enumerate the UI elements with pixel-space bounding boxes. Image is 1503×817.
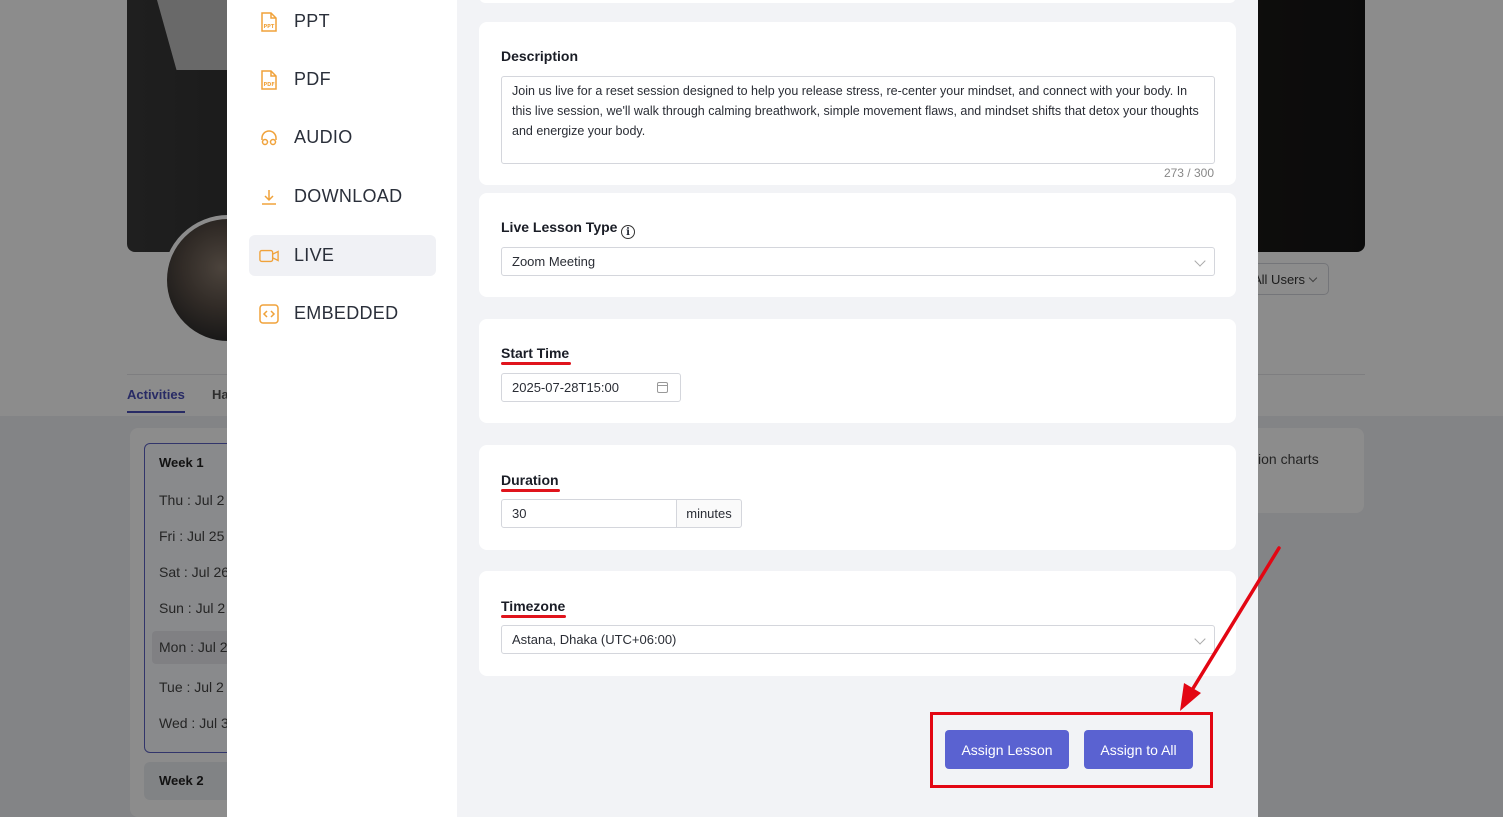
start-time-card: Start Time 2025-07-28T15:00 bbox=[479, 319, 1236, 423]
sidebar-item-pdf[interactable]: PDF PDF bbox=[249, 59, 436, 100]
sidebar-item-label: PPT bbox=[294, 11, 330, 31]
annotation-underline bbox=[501, 489, 560, 492]
lesson-type-select[interactable]: Zoom Meeting bbox=[501, 247, 1215, 276]
video-camera-icon bbox=[259, 246, 279, 266]
start-time-label: Start Time bbox=[501, 345, 570, 361]
annotation-underline bbox=[501, 615, 566, 618]
description-textarea[interactable]: Join us live for a reset session designe… bbox=[501, 76, 1215, 164]
lesson-type-sidebar: PPT PPT PDF PDF AUDIO DOWNLOAD LIVE EMBE… bbox=[227, 0, 457, 817]
sidebar-item-label: EMBEDDED bbox=[294, 303, 399, 323]
sidebar-item-ppt[interactable]: PPT PPT bbox=[249, 1, 436, 42]
ppt-file-icon: PPT bbox=[259, 11, 279, 32]
info-icon[interactable]: i bbox=[621, 225, 635, 239]
sidebar-item-embedded[interactable]: EMBEDDED bbox=[249, 293, 436, 334]
sidebar-item-label: DOWNLOAD bbox=[294, 186, 403, 206]
lesson-type-value: Zoom Meeting bbox=[512, 254, 596, 269]
sidebar-item-audio[interactable]: AUDIO bbox=[249, 117, 436, 158]
timezone-value: Astana, Dhaka (UTC+06:00) bbox=[512, 632, 677, 647]
sidebar-item-label: AUDIO bbox=[294, 127, 353, 147]
start-time-value: 2025-07-28T15:00 bbox=[512, 380, 619, 395]
svg-text:PPT: PPT bbox=[264, 24, 275, 30]
description-label: Description bbox=[501, 48, 579, 64]
duration-card: Duration 30 minutes bbox=[479, 445, 1236, 550]
sidebar-item-live[interactable]: LIVE bbox=[249, 235, 436, 276]
description-card: Description Join us live for a reset ses… bbox=[479, 22, 1236, 185]
calendar-icon[interactable] bbox=[657, 382, 668, 393]
svg-text:PDF: PDF bbox=[264, 82, 275, 88]
character-counter: 273 / 300 bbox=[1163, 166, 1214, 180]
download-icon bbox=[259, 187, 279, 207]
sidebar-item-download[interactable]: DOWNLOAD bbox=[249, 176, 436, 217]
timezone-select[interactable]: Astana, Dhaka (UTC+06:00) bbox=[501, 625, 1215, 654]
duration-input[interactable]: 30 bbox=[501, 499, 677, 528]
duration-value: 30 bbox=[512, 506, 527, 521]
assign-to-all-button[interactable]: Assign to All bbox=[1084, 730, 1193, 769]
start-time-input[interactable]: 2025-07-28T15:00 bbox=[501, 373, 681, 402]
sidebar-item-label: PDF bbox=[294, 69, 331, 89]
lesson-type-label: Live Lesson Type bbox=[501, 219, 618, 235]
annotation-arrow-icon bbox=[1180, 546, 1281, 711]
duration-unit: minutes bbox=[676, 499, 742, 528]
timezone-label: Timezone bbox=[501, 598, 566, 614]
sidebar-item-label: LIVE bbox=[294, 245, 335, 265]
timezone-card: Timezone Astana, Dhaka (UTC+06:00) bbox=[479, 571, 1236, 676]
lesson-type-card: Live Lesson Type i Zoom Meeting bbox=[479, 193, 1236, 297]
assign-lesson-button[interactable]: Assign Lesson bbox=[945, 730, 1069, 769]
duration-label: Duration bbox=[501, 472, 559, 488]
lesson-modal: PPT PPT PDF PDF AUDIO DOWNLOAD LIVE EMBE… bbox=[227, 0, 1258, 817]
previous-card bbox=[479, 0, 1236, 3]
annotation-underline bbox=[501, 362, 571, 365]
embed-code-icon bbox=[259, 303, 279, 324]
chevron-down-icon bbox=[1194, 255, 1206, 267]
pdf-file-icon: PDF bbox=[259, 69, 279, 90]
audio-icon bbox=[259, 128, 279, 148]
